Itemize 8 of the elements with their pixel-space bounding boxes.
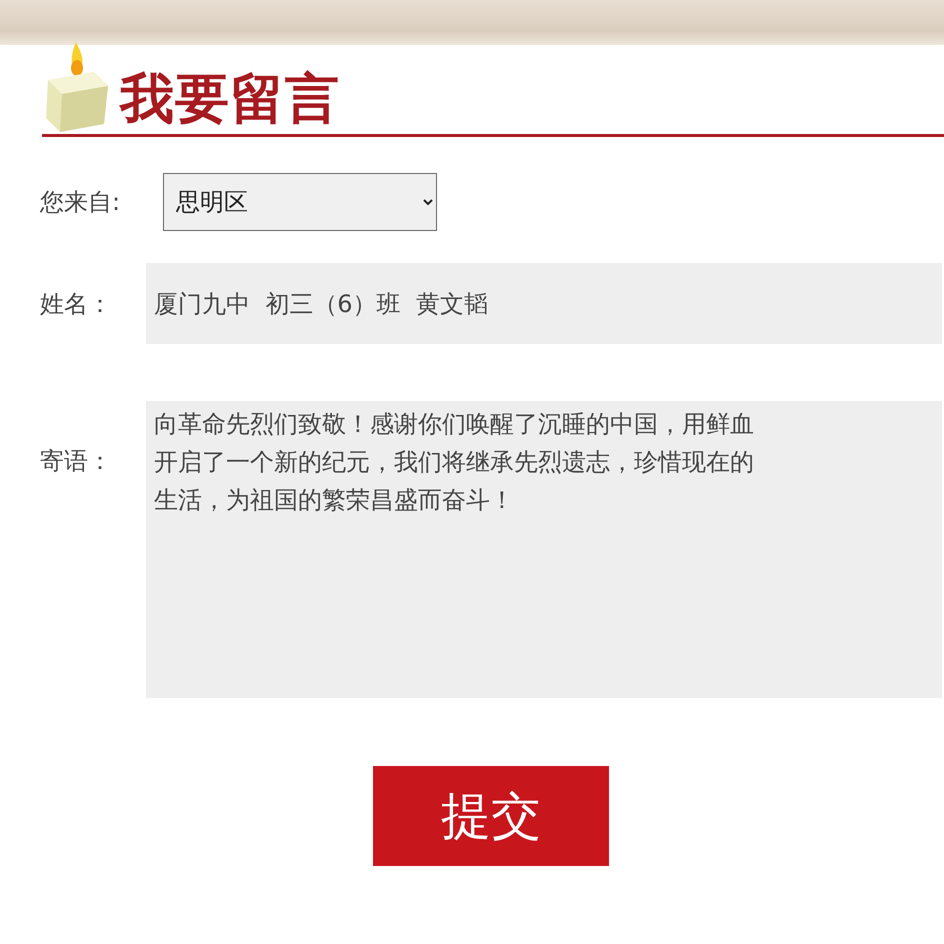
field-label: 您来自: [40, 187, 122, 218]
field-label: 寄语： [40, 446, 113, 477]
name-field[interactable]: 厦门九中 初三（6）班 黄文韬 [146, 263, 942, 344]
submit-button[interactable]: 提交 [373, 766, 609, 866]
region-select[interactable]: 思明区 [163, 173, 437, 231]
page-title: 我要留言 [120, 72, 340, 132]
field-label: 姓名： [40, 288, 113, 320]
message-field[interactable]: 向革命先烈们致敬！感谢你们唤醒了沉睡的中国，用鲜血 开启了一个新的纪元，我们将继承先烈遗志，珍惜现在的 生活，为祖国的繁荣昌盛而奋斗！ [146, 401, 942, 698]
